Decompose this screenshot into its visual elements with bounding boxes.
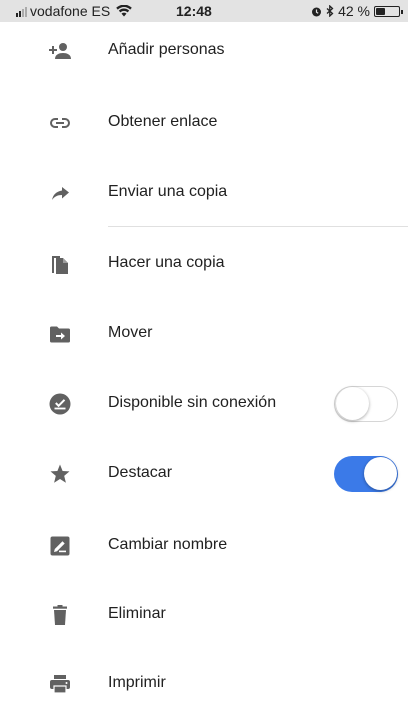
menu-item-label: Eliminar xyxy=(108,605,166,622)
move-folder-icon xyxy=(50,326,70,343)
battery-percent: 42 % xyxy=(338,3,370,19)
menu-item-label: Añadir personas xyxy=(108,41,225,58)
menu-item-label: Hacer una copia xyxy=(108,254,225,271)
trash-icon xyxy=(53,605,67,625)
menu-item-rename[interactable]: Cambiar nombre xyxy=(0,526,408,566)
status-time: 12:48 xyxy=(176,3,212,19)
status-bar-right: 42 % xyxy=(311,3,403,19)
wifi-icon xyxy=(116,5,132,17)
alarm-icon xyxy=(312,7,322,16)
star-icon xyxy=(50,464,70,483)
link-icon xyxy=(50,118,70,128)
battery-icon xyxy=(374,5,403,17)
menu-item-label: Enviar una copia xyxy=(108,183,228,200)
carrier-name: vodafone ES xyxy=(30,3,111,19)
menu-item-make-copy[interactable]: Hacer una copia xyxy=(0,244,408,284)
rename-icon xyxy=(50,536,70,556)
signal-strength-icon xyxy=(16,5,27,17)
menu-item-delete[interactable]: Eliminar xyxy=(0,595,408,635)
star-toggle[interactable] xyxy=(334,456,398,492)
toggle-knob xyxy=(364,457,397,490)
menu-item-move[interactable]: Mover xyxy=(0,314,408,354)
menu-item-star[interactable]: Destacar xyxy=(0,454,408,494)
status-bar: vodafone ES 12:48 42 % xyxy=(0,0,408,22)
share-arrow-icon xyxy=(52,187,69,200)
copy-file-icon xyxy=(52,256,68,274)
menu-item-label: Disponible sin conexión xyxy=(108,394,277,411)
menu-item-label: Cambiar nombre xyxy=(108,536,228,553)
menu-divider xyxy=(108,226,408,227)
menu-item-label: Imprimir xyxy=(108,674,166,691)
menu-item-get-link[interactable]: Obtener enlace xyxy=(0,103,408,143)
menu-item-send-copy[interactable]: Enviar una copia xyxy=(0,173,408,213)
toggle-knob xyxy=(336,387,369,420)
offline-toggle[interactable] xyxy=(334,386,398,422)
menu-item-offline[interactable]: Disponible sin conexión xyxy=(0,384,408,424)
offline-check-icon xyxy=(49,393,71,415)
add-person-icon xyxy=(49,43,71,59)
battery-fill xyxy=(376,7,385,15)
menu-item-label: Mover xyxy=(108,324,153,341)
menu-item-add-people[interactable]: Añadir personas xyxy=(0,31,408,71)
menu-item-print[interactable]: Imprimir xyxy=(0,664,408,704)
menu-item-label: Destacar xyxy=(108,464,173,481)
bluetooth-icon xyxy=(326,5,334,17)
status-bar-left: vodafone ES xyxy=(16,3,132,19)
menu-item-label: Obtener enlace xyxy=(108,113,218,130)
print-icon xyxy=(50,675,70,694)
